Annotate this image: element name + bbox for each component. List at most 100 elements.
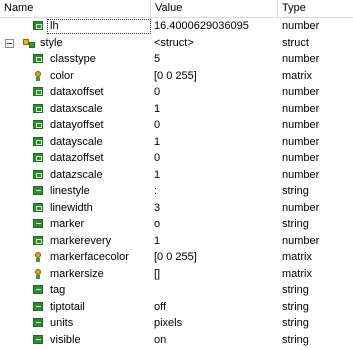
string-icon [33, 301, 43, 311]
tree-row[interactable]: marker o string [0, 216, 353, 233]
variable-name: style [40, 36, 63, 49]
variable-type: string [282, 317, 309, 329]
number-icon [33, 21, 43, 30]
struct-icon [22, 37, 36, 49]
matrix-icon [33, 252, 43, 262]
matrix-icon [33, 268, 43, 279]
matrix-icon [33, 70, 43, 81]
variable-type: matrix [282, 69, 312, 82]
variable-name: marker [50, 218, 85, 230]
variable-name: markersize [50, 267, 104, 280]
variable-type: number [282, 20, 320, 32]
variable-value: 0 [154, 119, 161, 131]
variable-value: [0 0 255] [154, 251, 197, 263]
variable-value: 1 [154, 168, 161, 181]
variable-value: [] [154, 267, 161, 280]
variable-name: linestyle [50, 185, 90, 197]
variable-type: number [282, 53, 320, 65]
variable-name: markerevery [50, 234, 112, 247]
number-icon [33, 202, 43, 212]
variable-type: string [282, 218, 309, 230]
variable-name: datazscale [50, 168, 103, 181]
variable-value: on [154, 333, 167, 346]
string-icon [33, 186, 43, 195]
variable-type: number [282, 102, 320, 115]
number-icon [33, 153, 43, 162]
variable-name: datayscale [50, 135, 103, 148]
variable-type: number [282, 119, 320, 131]
variable-value: 3 [154, 201, 161, 214]
variable-name: dataxscale [50, 102, 103, 115]
variable-type: number [282, 234, 320, 247]
variable-type: struct [282, 36, 309, 49]
variable-name: datazoffset [50, 152, 104, 164]
tree-rows: lh 16.4000629036095 number style <struct> str… [0, 18, 353, 348]
tree-row[interactable]: datayscale 1 number [0, 134, 353, 151]
number-icon [33, 136, 43, 146]
variable-name: tag [50, 284, 66, 296]
tree-row[interactable]: tiptotail off string [0, 299, 353, 316]
variable-type: number [282, 168, 320, 181]
tree-row[interactable]: markersize [] matrix [0, 266, 353, 283]
string-icon [33, 318, 43, 327]
variable-value: 16.4000629036095 [154, 20, 249, 32]
collapse-toggle-icon[interactable] [5, 38, 14, 48]
variable-value: 0 [154, 86, 161, 98]
tree-row[interactable]: color [0 0 255] matrix [0, 68, 353, 85]
tree-row[interactable]: lh 16.4000629036095 number [0, 18, 353, 35]
variable-type: matrix [282, 267, 312, 280]
variable-type: string [282, 185, 309, 197]
column-header-type[interactable]: Type [277, 0, 353, 17]
tree-row[interactable]: units pixels string [0, 315, 353, 332]
tree-row[interactable]: style <struct> struct [0, 35, 353, 52]
tree-row[interactable]: markerevery 1 number [0, 233, 353, 250]
variable-name: classtype [50, 53, 96, 65]
variable-name: dataxoffset [50, 86, 104, 98]
variable-tree-table: Name Value Type lh 16.4000629036095 number… [0, 0, 353, 350]
tree-row[interactable]: dataxscale 1 number [0, 101, 353, 118]
variable-name: linewidth [50, 201, 93, 214]
variable-value: : [154, 185, 158, 197]
variable-type: number [282, 135, 320, 148]
variable-type: string [282, 333, 309, 346]
column-header-value[interactable]: Value [150, 0, 276, 17]
variable-value: 5 [154, 53, 161, 65]
variable-value: off [154, 300, 167, 313]
variable-value: 1 [154, 234, 161, 247]
variable-name: units [50, 317, 74, 329]
string-icon [33, 219, 43, 228]
variable-name: color [50, 69, 74, 82]
tree-row[interactable]: markerfacecolor [0 0 255] matrix [0, 249, 353, 266]
variable-value: <struct> [154, 36, 194, 49]
variable-type: string [282, 284, 309, 296]
variable-value: 1 [154, 135, 161, 148]
string-icon [33, 285, 43, 294]
tree-row[interactable]: linewidth 3 number [0, 200, 353, 217]
tree-row[interactable]: datazoffset 0 number [0, 150, 353, 167]
tree-row[interactable]: tag string [0, 282, 353, 299]
variable-value: o [154, 218, 161, 230]
selection-focus-box [47, 19, 151, 34]
variable-name: visible [50, 333, 81, 346]
number-icon [33, 169, 43, 179]
variable-type: string [282, 300, 309, 313]
number-icon [33, 54, 43, 63]
variable-value: 1 [154, 102, 161, 115]
variable-value: 0 [154, 152, 161, 164]
tree-row[interactable]: linestyle: string [0, 183, 353, 200]
column-header: Name Value Type [0, 0, 353, 18]
variable-value: [0 0 255] [154, 69, 197, 82]
variable-type: number [282, 152, 320, 164]
variable-name: markerfacecolor [50, 251, 129, 263]
variable-type: number [282, 86, 320, 98]
column-header-name[interactable]: Name [0, 0, 150, 17]
string-icon [33, 334, 43, 344]
tree-row[interactable]: dataxoffset 0 number [0, 84, 353, 101]
tree-row[interactable]: datazscale 1 number [0, 167, 353, 184]
tree-row[interactable]: visible on string [0, 332, 353, 349]
number-icon [33, 120, 43, 129]
tree-row[interactable]: classtype 5 number [0, 51, 353, 68]
tree-row[interactable]: datayoffset 0 number [0, 117, 353, 134]
number-icon [33, 235, 43, 245]
variable-type: matrix [282, 251, 312, 263]
